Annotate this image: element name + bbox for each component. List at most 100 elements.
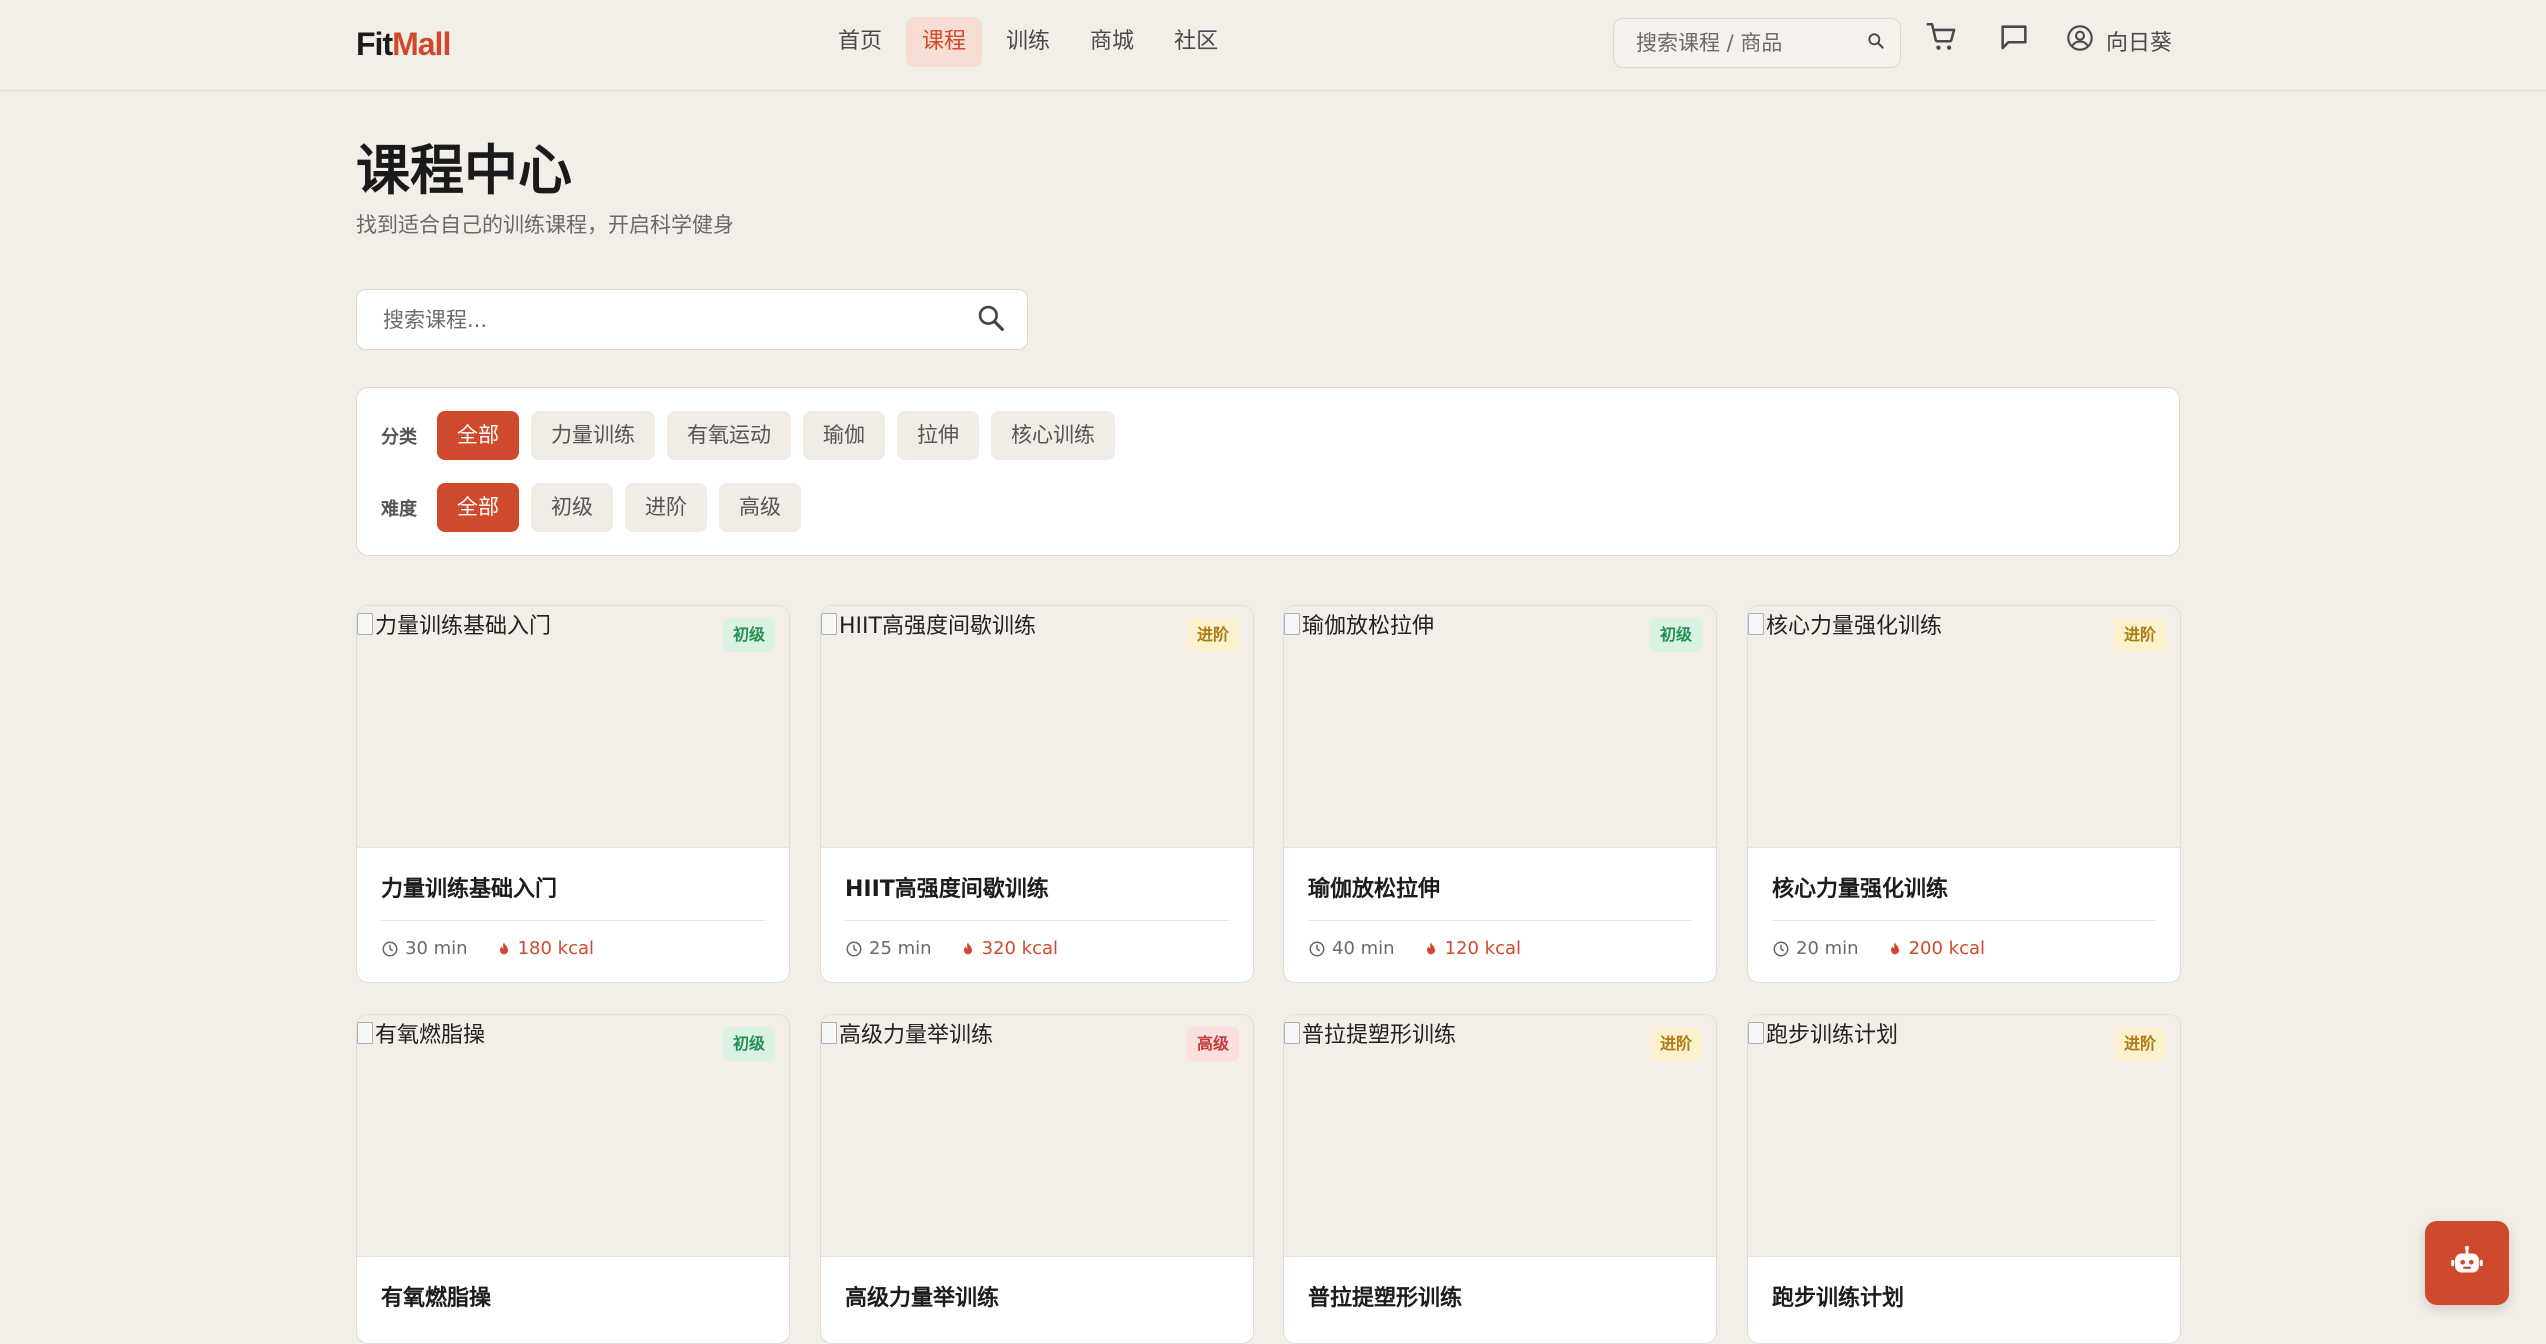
divider	[1308, 920, 1692, 921]
course-image-alt: 有氧燃脂操	[375, 1023, 486, 1048]
broken-image-icon	[1748, 613, 1764, 635]
course-image: 瑜伽放松拉伸 初级	[1284, 606, 1716, 848]
course-title: 普拉提塑形训练	[1308, 1286, 1463, 1311]
divider	[1772, 920, 2156, 921]
level-badge: 进阶	[1186, 618, 1239, 652]
course-image-alt: 高级力量举训练	[839, 1023, 994, 1048]
clock-icon	[1773, 941, 1789, 956]
category-chip-strength[interactable]: 力量训练	[531, 411, 655, 460]
nav-courses[interactable]: 课程	[906, 17, 983, 67]
divider	[845, 920, 1229, 921]
nav-home[interactable]: 首页	[822, 17, 898, 67]
course-card[interactable]: HIIT高强度间歇训练 进阶 HIIT高强度间歇训练 25 min 320 kc…	[820, 605, 1254, 983]
main-nav: 首页 课程 训练 商城 社区	[822, 17, 1234, 67]
course-card[interactable]: 力量训练基础入门 初级 力量训练基础入门 30 min 180 kcal	[356, 605, 790, 983]
page-title: 课程中心	[356, 139, 572, 202]
flame-icon	[499, 941, 508, 954]
course-title: 核心力量强化训练	[1772, 877, 1949, 902]
broken-image-icon	[1284, 1022, 1300, 1044]
category-chip-yoga[interactable]: 瑜伽	[803, 411, 885, 460]
logo-fit-text: Fit	[356, 26, 393, 62]
top-search-input[interactable]	[1634, 30, 1866, 56]
flame-icon	[1426, 941, 1435, 954]
level-badge: 进阶	[1649, 1027, 1702, 1061]
search-icon[interactable]	[1866, 31, 1886, 55]
level-badge: 初级	[722, 1027, 775, 1061]
course-meta: 30 min 180 kcal	[381, 938, 594, 959]
course-image: HIIT高强度间歇训练 进阶	[821, 606, 1253, 848]
nav-community[interactable]: 社区	[1158, 17, 1234, 67]
clock-icon	[1309, 941, 1325, 956]
flame-icon	[963, 941, 972, 954]
category-chip-all[interactable]: 全部	[437, 411, 519, 460]
search-icon[interactable]	[975, 302, 1007, 338]
difficulty-chip-all[interactable]: 全部	[437, 483, 519, 532]
course-kcal: 120 kcal	[1444, 938, 1522, 959]
course-image-alt: HIIT高强度间歇训练	[839, 614, 1036, 639]
level-badge: 初级	[722, 618, 775, 652]
robot-icon	[2451, 1245, 2483, 1273]
course-duration: 25 min	[869, 938, 932, 959]
course-meta: 25 min 320 kcal	[845, 938, 1058, 959]
difficulty-label: 难度	[381, 498, 417, 520]
course-meta: 40 min 120 kcal	[1308, 938, 1521, 959]
category-chip-stretch[interactable]: 拉伸	[897, 411, 979, 460]
course-card[interactable]: 有氧燃脂操 初级 有氧燃脂操	[356, 1014, 790, 1344]
course-card[interactable]: 核心力量强化训练 进阶 核心力量强化训练 20 min 200 kcal	[1747, 605, 2181, 983]
course-kcal: 200 kcal	[1908, 938, 1986, 959]
logo[interactable]: FitMall	[356, 24, 451, 64]
course-title: 有氧燃脂操	[381, 1286, 492, 1311]
course-search-input[interactable]	[381, 306, 975, 333]
clock-icon	[846, 941, 862, 956]
logo-mall-text: Mall	[392, 26, 451, 62]
course-title: 高级力量举训练	[845, 1286, 1000, 1311]
course-image: 跑步训练计划 进阶	[1748, 1015, 2180, 1257]
course-title: HIIT高强度间歇训练	[845, 877, 1049, 902]
divider	[381, 920, 765, 921]
course-card[interactable]: 高级力量举训练 高级 高级力量举训练	[820, 1014, 1254, 1344]
course-kcal: 180 kcal	[517, 938, 595, 959]
cart-icon[interactable]	[1925, 20, 1959, 58]
course-image-alt: 跑步训练计划	[1766, 1023, 1899, 1048]
category-chip-cardio[interactable]: 有氧运动	[667, 411, 791, 460]
course-image-alt: 瑜伽放松拉伸	[1302, 614, 1435, 639]
course-duration: 40 min	[1332, 938, 1395, 959]
clock-icon	[382, 941, 398, 956]
level-badge: 初级	[1649, 618, 1702, 652]
difficulty-filter-row: 难度 全部 初级 进阶 高级	[381, 483, 801, 532]
course-image-alt: 核心力量强化训练	[1766, 614, 1943, 639]
course-duration: 30 min	[405, 938, 468, 959]
ai-assistant-button[interactable]	[2425, 1221, 2509, 1305]
page-subtitle: 找到适合自己的训练课程，开启科学健身	[356, 213, 734, 237]
filter-panel: 分类 全部 力量训练 有氧运动 瑜伽 拉伸 核心训练 难度 全部 初级 进阶 高…	[356, 387, 2180, 556]
difficulty-chip-advanced[interactable]: 高级	[719, 483, 801, 532]
category-filter-row: 分类 全部 力量训练 有氧运动 瑜伽 拉伸 核心训练	[381, 411, 1115, 460]
course-image: 普拉提塑形训练 进阶	[1284, 1015, 1716, 1257]
user-menu[interactable]: 向日葵	[2066, 24, 2172, 58]
course-image-alt: 力量训练基础入门	[375, 614, 552, 639]
nav-mall[interactable]: 商城	[1074, 17, 1150, 67]
course-card[interactable]: 瑜伽放松拉伸 初级 瑜伽放松拉伸 40 min 120 kcal	[1283, 605, 1717, 983]
user-circle-icon	[2066, 24, 2094, 58]
broken-image-icon	[357, 1022, 373, 1044]
difficulty-chip-beginner[interactable]: 初级	[531, 483, 613, 532]
chat-icon[interactable]	[1997, 21, 2031, 59]
level-badge: 高级	[1186, 1027, 1239, 1061]
nav-training[interactable]: 训练	[990, 17, 1066, 67]
course-card[interactable]: 普拉提塑形训练 进阶 普拉提塑形训练	[1283, 1014, 1717, 1344]
course-search-box	[356, 289, 1028, 350]
course-card[interactable]: 跑步训练计划 进阶 跑步训练计划	[1747, 1014, 2181, 1344]
course-image: 高级力量举训练 高级	[821, 1015, 1253, 1257]
level-badge: 进阶	[2113, 1027, 2166, 1061]
broken-image-icon	[1748, 1022, 1764, 1044]
course-title: 力量训练基础入门	[381, 877, 558, 902]
category-label: 分类	[381, 426, 417, 448]
course-kcal: 320 kcal	[981, 938, 1059, 959]
broken-image-icon	[357, 613, 373, 635]
course-image-alt: 普拉提塑形训练	[1302, 1023, 1457, 1048]
category-chip-core[interactable]: 核心训练	[991, 411, 1115, 460]
course-image: 力量训练基础入门 初级	[357, 606, 789, 848]
difficulty-chip-intermediate[interactable]: 进阶	[625, 483, 707, 532]
course-image: 核心力量强化训练 进阶	[1748, 606, 2180, 848]
broken-image-icon	[821, 613, 837, 635]
